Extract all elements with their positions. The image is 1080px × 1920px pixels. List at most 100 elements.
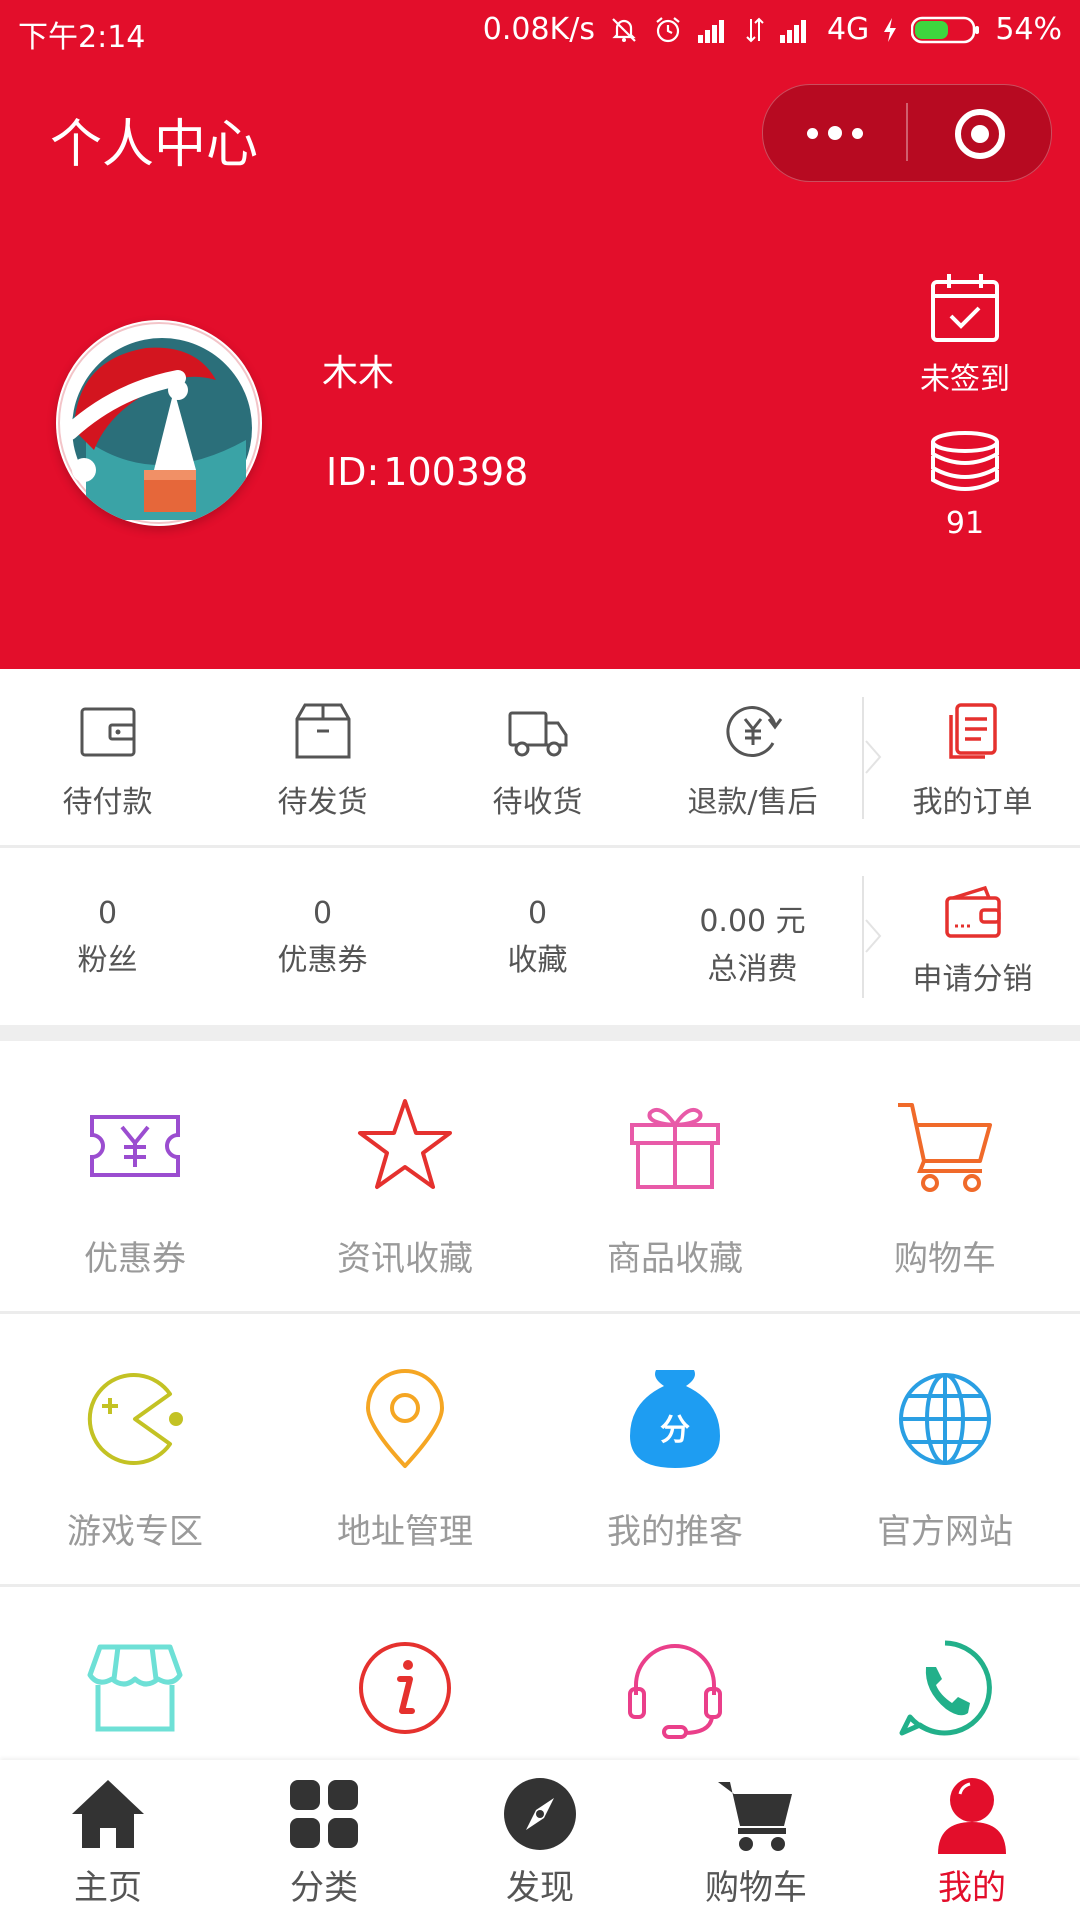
order-label: 待付款: [62, 785, 153, 820]
coins-stack-icon: [931, 431, 999, 491]
tab-cart[interactable]: 购物车: [648, 1760, 864, 1920]
stat-label: 优惠券: [277, 943, 368, 978]
user-id: ID: 100398: [322, 450, 528, 494]
stat-label: 总消费: [707, 952, 798, 987]
tile-label: 优惠券: [84, 1239, 186, 1279]
more-dots-icon: [807, 127, 818, 139]
store-icon: [87, 1644, 183, 1732]
mini-program-capsule: [762, 84, 1052, 182]
close-target-icon[interactable]: [953, 107, 1007, 161]
tab-home[interactable]: 主页: [0, 1760, 216, 1920]
tab-bar: 主页 分类 发现 购物车 我的: [0, 1760, 1080, 1920]
feature-grid-row-2: 游戏专区 地址管理 分 我的推客 官方网站: [0, 1314, 1080, 1587]
info-icon: [359, 1642, 451, 1734]
tab-label: 购物车: [705, 1868, 807, 1908]
red-wallet-icon: [944, 885, 1001, 938]
grid-icon: [290, 1780, 358, 1848]
address-tile[interactable]: 地址管理: [270, 1314, 540, 1584]
cart-icon: [718, 1782, 792, 1851]
avatar[interactable]: [56, 320, 262, 526]
game-zone-tile[interactable]: 游戏专区: [0, 1314, 270, 1584]
cart-icon: [898, 1103, 992, 1192]
wallet-icon: [80, 707, 135, 757]
alarm-icon: [656, 16, 680, 42]
tab-label: 我的: [938, 1868, 1006, 1908]
coins-button[interactable]: 91: [900, 430, 1030, 541]
coins-value: 91: [945, 506, 985, 541]
feature-grid-row-1: 优惠券 资讯收藏 商品收藏 购物车: [0, 1041, 1080, 1314]
tab-discover[interactable]: 发现: [432, 1760, 648, 1920]
divider: [858, 697, 882, 819]
tile-label: 官方网站: [877, 1512, 1013, 1552]
stat-label: 收藏: [507, 943, 568, 978]
headset-icon: [628, 1644, 722, 1739]
my-orders-label: 我的订单: [912, 785, 1033, 820]
tile-label: 商品收藏: [607, 1239, 743, 1279]
user-name: 木木: [322, 353, 395, 394]
refund-icon: [725, 706, 782, 757]
orders-row: 待付款 待发货 待收货 退款/售后 我的订单: [0, 669, 1080, 848]
battery-level: 54%: [995, 12, 1062, 47]
my-orders-button[interactable]: 我的订单: [865, 669, 1080, 845]
svg-text:分: 分: [660, 1413, 690, 1448]
user-id-value: 100398: [383, 450, 529, 494]
news-favorites-tile[interactable]: 资讯收藏: [270, 1041, 540, 1311]
stat-value: 0.00 元: [699, 904, 806, 939]
stat-value: 0: [97, 896, 118, 931]
cart-tile[interactable]: 购物车: [810, 1041, 1080, 1311]
signin-button[interactable]: 未签到: [900, 270, 1030, 398]
stat-fans[interactable]: 0 粉丝: [0, 848, 215, 1024]
profile-header: 个人中心 木木 ID: 100398 未签到 91: [0, 62, 1080, 669]
section-gap: [0, 1025, 1080, 1041]
location-pin-icon: [366, 1369, 444, 1468]
coupon-icon: [90, 1115, 180, 1177]
globe-icon: [899, 1373, 991, 1465]
truck-icon: [508, 711, 567, 757]
tab-label: 分类: [290, 1868, 358, 1908]
calendar-check-icon: [931, 274, 999, 342]
user-id-label: ID:: [326, 450, 380, 494]
order-label: 待收货: [492, 785, 583, 820]
stat-favorites[interactable]: 0 收藏: [430, 848, 645, 1024]
tab-categories[interactable]: 分类: [216, 1760, 432, 1920]
tab-label: 发现: [506, 1868, 574, 1908]
compass-icon: [504, 1778, 576, 1850]
order-pending-shipment[interactable]: 待发货: [215, 669, 430, 845]
apply-distribution-button[interactable]: 申请分销: [865, 848, 1080, 1024]
divider: [858, 876, 882, 998]
page-title: 个人中心: [50, 115, 259, 175]
signal-icon: [697, 19, 724, 43]
promoter-tile[interactable]: 分 我的推客: [540, 1314, 810, 1584]
signal-icon-2: [779, 19, 806, 43]
tile-label: 我的推客: [607, 1512, 743, 1552]
apply-distribution-label: 申请分销: [912, 962, 1033, 997]
more-menu-button[interactable]: [799, 105, 871, 161]
product-favorites-tile[interactable]: 商品收藏: [540, 1041, 810, 1311]
charging-icon: [884, 17, 897, 42]
stat-label: 粉丝: [77, 943, 138, 978]
box-icon: [295, 703, 350, 759]
status-time: 下午2:14: [18, 20, 146, 55]
avatar-image: [58, 322, 260, 524]
stat-total-spent[interactable]: 0.00 元 总消费: [645, 848, 860, 1024]
user-icon: [938, 1778, 1006, 1854]
money-bag-icon: 分: [630, 1370, 720, 1468]
status-bar: 下午2:14 0.08K/s 4G 54%: [0, 0, 1080, 62]
tab-label: 主页: [74, 1868, 142, 1908]
order-pending-payment[interactable]: 待付款: [0, 669, 215, 845]
stat-coupons[interactable]: 0 优惠券: [215, 848, 430, 1024]
home-icon: [72, 1780, 144, 1848]
mute-bell-icon: [612, 17, 636, 42]
order-pending-receipt[interactable]: 待收货: [430, 669, 645, 845]
battery-icon: [911, 16, 980, 43]
order-refund[interactable]: 退款/售后: [645, 669, 860, 845]
orders-doc-icon: [948, 703, 997, 759]
tab-me[interactable]: 我的: [864, 1760, 1080, 1920]
official-site-tile[interactable]: 官方网站: [810, 1314, 1080, 1584]
tile-label: 游戏专区: [67, 1512, 203, 1552]
tile-label: 地址管理: [337, 1512, 473, 1552]
gift-icon: [630, 1108, 720, 1189]
pacman-icon: [87, 1373, 183, 1465]
coupons-tile[interactable]: 优惠券: [0, 1041, 270, 1311]
tile-label: 购物车: [894, 1239, 996, 1279]
